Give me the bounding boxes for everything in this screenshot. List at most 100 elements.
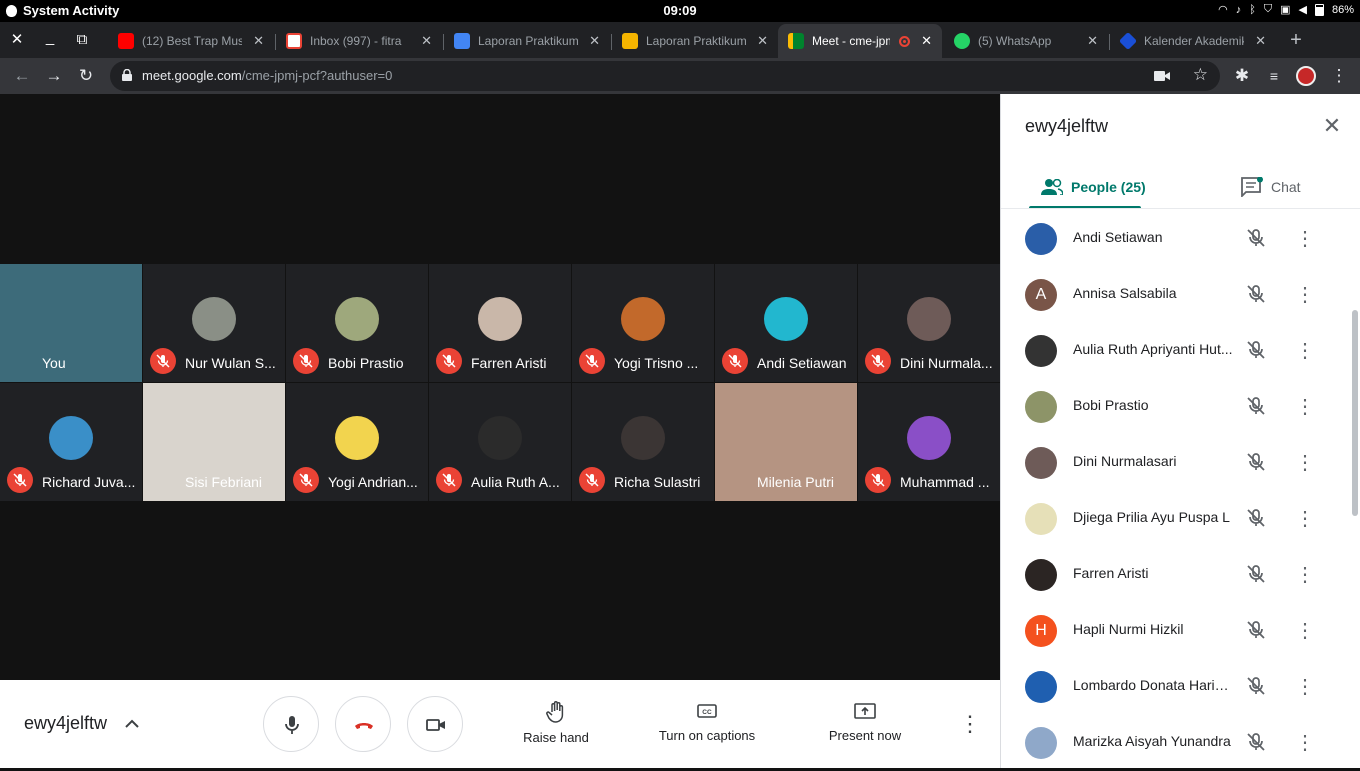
media-control-icon[interactable]: ≡ — [1264, 66, 1284, 86]
system-tray[interactable]: ◠ ♪ ᛒ ⛉ ▣ ◀ 86% — [1218, 3, 1354, 16]
participant-row[interactable]: Farren Aristi ⋮ — [1001, 547, 1360, 603]
muted-mic-icon[interactable] — [1245, 731, 1267, 758]
participant-row[interactable]: A Annisa Salsabila ⋮ — [1001, 267, 1360, 323]
participant-name: Muhammad ... — [900, 474, 990, 490]
more-options-icon[interactable]: ⋮ — [1295, 561, 1315, 589]
muted-mic-icon[interactable] — [1245, 451, 1267, 478]
calendar-icon — [1118, 31, 1138, 51]
panel-scrollbar[interactable] — [1352, 310, 1358, 516]
participant-tile[interactable]: Muhammad ... — [858, 383, 1000, 501]
participant-tile[interactable]: Milenia Putri — [715, 383, 857, 501]
participant-tile[interactable]: Dini Nurmala... — [858, 264, 1000, 382]
extensions-icon[interactable]: ✱ — [1232, 66, 1252, 86]
more-options-icon[interactable]: ⋮ — [1295, 505, 1315, 533]
profile-avatar[interactable] — [1296, 66, 1316, 86]
participant-tile[interactable]: Farren Aristi — [429, 264, 571, 382]
captions-button[interactable]: CC Turn on captions — [648, 700, 766, 750]
more-options-icon[interactable]: ⋮ — [1295, 729, 1315, 757]
forward-icon[interactable]: → — [44, 66, 64, 86]
raise-hand-button[interactable]: Raise hand — [516, 700, 596, 750]
more-options-icon[interactable]: ⋮ — [1295, 393, 1315, 421]
browser-tab[interactable]: (5) WhatsApp ✕ — [944, 24, 1108, 58]
bookmark-star-icon[interactable]: ☆ — [1193, 65, 1208, 85]
browser-tab[interactable]: (12) Best Trap Music ✕ — [108, 24, 274, 58]
participant-tile[interactable]: Yogi Andrian... — [286, 383, 428, 501]
restore-window-icon[interactable]: ⧉ — [72, 30, 92, 50]
omnibox[interactable]: meet.google.com/cme-jpmj-pcf?authuser=0 … — [110, 61, 1220, 91]
participant-row[interactable]: Djiega Prilia Ayu Puspa L ⋮ — [1001, 491, 1360, 547]
new-tab-icon[interactable]: + — [1286, 30, 1306, 50]
participant-row[interactable]: H Hapli Nurmi Hizkil ⋮ — [1001, 603, 1360, 659]
more-options-icon[interactable]: ⋮ — [1295, 449, 1315, 477]
tab-title: Meet - cme-jpmj-pcf — [812, 34, 890, 48]
clock[interactable]: 09:09 — [650, 3, 710, 18]
browser-tab-active[interactable]: Meet - cme-jpmj-pcf ✕ — [778, 24, 942, 58]
more-options-icon[interactable]: ⋮ — [1295, 225, 1315, 253]
classroom-icon — [622, 33, 638, 49]
close-window-icon[interactable]: ✕ — [7, 30, 27, 50]
close-tab-icon[interactable]: ✕ — [757, 33, 768, 49]
more-options-icon[interactable]: ⋮ — [1295, 337, 1315, 365]
more-options-icon[interactable]: ⋮ — [1295, 673, 1315, 701]
participant-row[interactable]: Aulia Ruth Apriyanti Hut... ⋮ — [1001, 323, 1360, 379]
browser-tab[interactable]: Inbox (997) - fitra ✕ — [276, 24, 442, 58]
reload-icon[interactable]: ↻ — [76, 66, 96, 86]
more-options-icon[interactable]: ⋮ — [1295, 281, 1315, 309]
participant-tile[interactable]: Richard Juva... — [0, 383, 142, 501]
muted-mic-icon[interactable] — [1245, 507, 1267, 534]
muted-mic-icon[interactable] — [1245, 227, 1267, 254]
browser-tab[interactable]: Laporan Praktikum ✕ — [444, 24, 610, 58]
camera-blocked-icon[interactable] — [1154, 70, 1170, 82]
participant-tile[interactable]: Aulia Ruth A... — [429, 383, 571, 501]
panel-meeting-id: ewy4jelftw — [1025, 116, 1109, 136]
muted-mic-icon[interactable] — [1245, 339, 1267, 366]
more-options-icon[interactable]: ⋮ — [958, 710, 982, 738]
browser-tab[interactable]: Laporan Praktikum ✕ — [612, 24, 778, 58]
participant-row[interactable]: Dini Nurmalasari ⋮ — [1001, 435, 1360, 491]
muted-mic-icon[interactable] — [1245, 675, 1267, 702]
participant-tile[interactable]: Sisi Febriani — [143, 383, 285, 501]
participant-tile[interactable]: Nur Wulan S... — [143, 264, 285, 382]
tab-chat[interactable]: Chat — [1241, 166, 1301, 208]
present-now-button[interactable]: Present now — [820, 700, 910, 750]
participant-avatar — [1025, 447, 1057, 479]
tab-people[interactable]: People (25) — [1041, 166, 1146, 208]
close-tab-icon[interactable]: ✕ — [253, 33, 264, 49]
close-tab-icon[interactable]: ✕ — [589, 33, 600, 49]
back-icon[interactable]: ← — [12, 66, 32, 86]
people-panel: ewy4jelftw ✕ People (25) Chat Andi Setia… — [1000, 94, 1360, 768]
participant-row[interactable]: Bobi Prastio ⋮ — [1001, 379, 1360, 435]
control-bar: ewy4jelftw Raise hand CC Turn on caption… — [0, 680, 1000, 768]
participant-tile[interactable]: You — [0, 264, 142, 382]
participant-tile[interactable]: Yogi Trisno ... — [572, 264, 714, 382]
muted-mic-icon[interactable] — [1245, 283, 1267, 310]
address-bar-row: ← → ↻ meet.google.com/cme-jpmj-pcf?authu… — [0, 58, 1360, 94]
activities-menu[interactable]: System Activity — [6, 3, 119, 18]
participant-tile[interactable]: Richa Sulastri — [572, 383, 714, 501]
camera-button[interactable] — [407, 696, 463, 752]
close-tab-icon[interactable]: ✕ — [421, 33, 432, 49]
participant-row[interactable]: Lombardo Donata Haria... ⋮ — [1001, 659, 1360, 715]
participant-avatar — [1025, 727, 1057, 759]
gmail-icon — [286, 33, 302, 49]
muted-mic-icon[interactable] — [1245, 395, 1267, 422]
more-options-icon[interactable]: ⋮ — [1295, 617, 1315, 645]
participant-row[interactable]: Marizka Aisyah Yunandra ⋮ — [1001, 715, 1360, 771]
people-tab-label: People (25) — [1071, 179, 1146, 195]
leave-call-button[interactable] — [335, 696, 391, 752]
close-tab-icon[interactable]: ✕ — [1255, 33, 1266, 49]
browser-tab[interactable]: Kalender Akademik ✕ — [1110, 24, 1276, 58]
meeting-details-id[interactable]: ewy4jelftw — [24, 713, 107, 734]
chevron-up-icon[interactable] — [122, 714, 142, 734]
minimize-window-icon[interactable]: _ — [40, 28, 60, 48]
muted-mic-icon[interactable] — [1245, 619, 1267, 646]
close-tab-icon[interactable]: ✕ — [1087, 33, 1098, 49]
participant-tile[interactable]: Andi Setiawan — [715, 264, 857, 382]
participant-tile[interactable]: Bobi Prastio — [286, 264, 428, 382]
close-panel-icon[interactable]: ✕ — [1320, 114, 1344, 138]
participant-row[interactable]: Andi Setiawan ⋮ — [1001, 211, 1360, 267]
microphone-button[interactable] — [263, 696, 319, 752]
close-tab-icon[interactable]: ✕ — [921, 33, 932, 49]
muted-mic-icon[interactable] — [1245, 563, 1267, 590]
browser-menu-icon[interactable]: ⋮ — [1329, 66, 1349, 86]
